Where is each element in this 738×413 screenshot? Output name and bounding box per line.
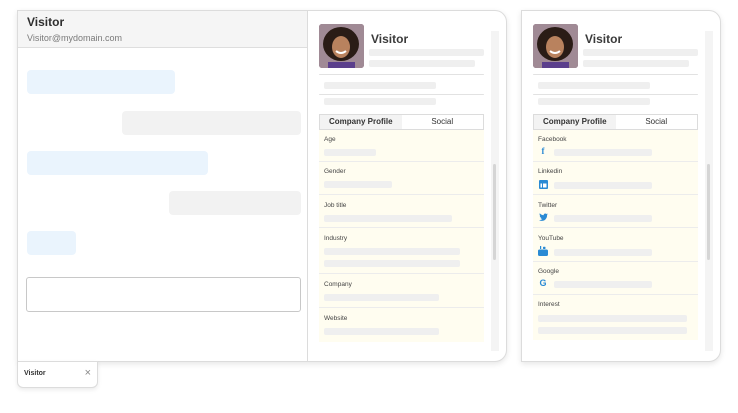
profile-placeholder-line bbox=[583, 49, 698, 56]
field-value-placeholder bbox=[324, 149, 376, 156]
field-label: Company bbox=[324, 281, 352, 288]
scrollbar-thumb[interactable] bbox=[493, 164, 496, 260]
field-value-placeholder bbox=[538, 315, 687, 322]
field-twitter: Twitter bbox=[533, 195, 698, 228]
profile-placeholder-line bbox=[538, 82, 650, 89]
profile-fields: Age Gender Job title Industry Company We… bbox=[319, 130, 484, 342]
field-gender: Gender bbox=[319, 162, 484, 195]
chat-message-incoming bbox=[27, 151, 208, 175]
field-linkedin: Linkedin bbox=[533, 162, 698, 195]
field-age: Age bbox=[319, 130, 484, 162]
profile-scrollbar[interactable] bbox=[491, 31, 499, 351]
field-value-placeholder bbox=[554, 149, 652, 156]
minimized-chat-tab[interactable]: Visitor × bbox=[17, 361, 98, 388]
field-label: Interest bbox=[538, 301, 560, 308]
field-website: Website bbox=[319, 308, 484, 342]
profile-placeholder-line bbox=[324, 82, 436, 89]
field-youtube: YouTube bbox=[533, 228, 698, 262]
profile-name: Visitor bbox=[585, 32, 623, 46]
divider bbox=[533, 74, 698, 75]
twitter-icon[interactable] bbox=[538, 212, 548, 222]
field-value-placeholder bbox=[324, 294, 439, 301]
linkedin-icon[interactable] bbox=[538, 179, 548, 189]
divider bbox=[319, 94, 484, 95]
field-google: Google G bbox=[533, 262, 698, 295]
field-label: Google bbox=[538, 268, 559, 275]
visitor-social-panel: Visitor Company Profile Social Facebook … bbox=[521, 10, 721, 362]
visitor-profile-panel: Visitor Company Profile Social Age Gende… bbox=[308, 11, 506, 361]
profile-placeholder-line bbox=[369, 49, 484, 56]
chat-pane: Visitor Visitor@mydomain.com bbox=[18, 11, 308, 361]
field-label: Facebook bbox=[538, 136, 567, 143]
field-value-placeholder bbox=[324, 215, 452, 222]
chat-message-outgoing bbox=[169, 191, 301, 215]
field-label: Age bbox=[324, 136, 336, 143]
chat-message-incoming bbox=[27, 70, 175, 94]
divider bbox=[533, 94, 698, 95]
field-value-placeholder bbox=[324, 260, 460, 267]
field-label: Twitter bbox=[538, 202, 558, 209]
field-value-placeholder bbox=[554, 182, 652, 189]
field-value-placeholder bbox=[324, 248, 460, 255]
social-scrollbar[interactable] bbox=[705, 31, 713, 351]
avatar bbox=[533, 24, 578, 68]
field-label: YouTube bbox=[538, 235, 564, 242]
field-label: Gender bbox=[324, 168, 346, 175]
facebook-icon[interactable]: f bbox=[538, 146, 548, 156]
field-label: Linkedin bbox=[538, 168, 563, 175]
chat-message-outgoing bbox=[122, 111, 301, 135]
chat-window: Visitor Visitor@mydomain.com Visitor Com… bbox=[17, 10, 507, 362]
field-value-placeholder bbox=[554, 281, 652, 288]
social-fields: Facebook f Linkedin Twitter YouTube Goog… bbox=[533, 130, 698, 340]
field-value-placeholder bbox=[538, 327, 687, 334]
profile-placeholder-line bbox=[324, 98, 436, 105]
field-label: Website bbox=[324, 315, 348, 322]
divider bbox=[319, 74, 484, 75]
field-value-placeholder bbox=[324, 328, 439, 335]
chat-visitor-email: Visitor@mydomain.com bbox=[27, 33, 122, 43]
scrollbar-thumb[interactable] bbox=[707, 164, 710, 260]
profile-placeholder-line bbox=[583, 60, 689, 67]
google-icon[interactable]: G bbox=[538, 278, 548, 288]
field-job-title: Job title bbox=[319, 195, 484, 228]
minimized-chat-label: Visitor bbox=[24, 370, 46, 377]
field-value-placeholder bbox=[554, 215, 652, 222]
tab-social[interactable]: Social bbox=[616, 115, 698, 129]
field-value-placeholder bbox=[324, 181, 392, 188]
field-value-placeholder bbox=[554, 249, 652, 256]
field-facebook: Facebook f bbox=[533, 130, 698, 162]
profile-tabs: Company Profile Social bbox=[319, 114, 484, 130]
tab-company-profile[interactable]: Company Profile bbox=[320, 115, 402, 129]
profile-tabs: Company Profile Social bbox=[533, 114, 698, 130]
chat-header: Visitor Visitor@mydomain.com bbox=[18, 11, 307, 48]
profile-placeholder-line bbox=[369, 60, 475, 67]
profile-placeholder-line bbox=[538, 98, 650, 105]
field-company: Company bbox=[319, 274, 484, 308]
field-industry: Industry bbox=[319, 228, 484, 274]
field-label: Job title bbox=[324, 202, 347, 209]
field-interest: Interest bbox=[533, 295, 698, 340]
chat-visitor-name: Visitor bbox=[27, 15, 65, 29]
avatar bbox=[319, 24, 364, 68]
tab-social[interactable]: Social bbox=[402, 115, 484, 129]
profile-name: Visitor bbox=[371, 32, 409, 46]
youtube-icon[interactable] bbox=[538, 246, 548, 256]
close-icon[interactable]: × bbox=[85, 367, 91, 379]
tab-company-profile[interactable]: Company Profile bbox=[534, 115, 616, 129]
chat-message-incoming bbox=[27, 231, 76, 255]
chat-message-input[interactable] bbox=[26, 277, 301, 312]
field-label: Industry bbox=[324, 235, 348, 242]
